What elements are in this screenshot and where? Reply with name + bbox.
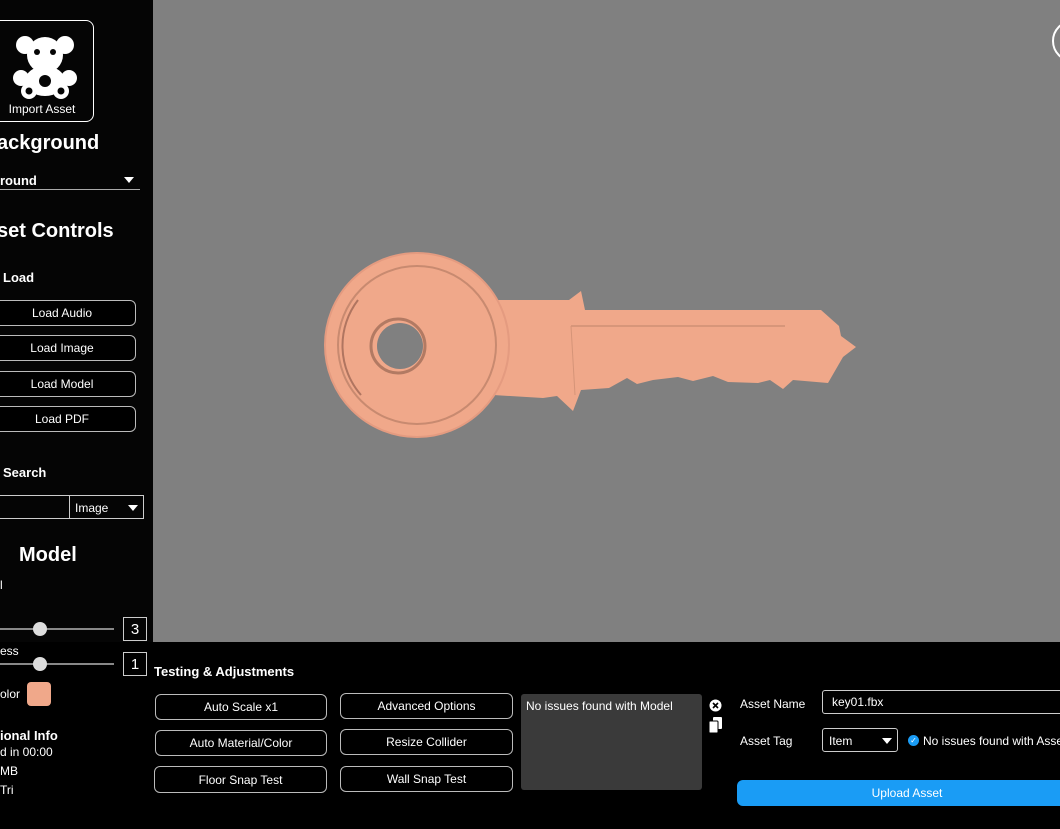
asset-controls-title: set Controls bbox=[0, 220, 114, 242]
sidebar: Import Asset ackground round set Control… bbox=[0, 0, 153, 642]
floor-snap-button[interactable]: Floor Snap Test bbox=[154, 766, 327, 793]
search-type-select[interactable]: Image bbox=[69, 495, 144, 519]
bottom-panel: ess 1 olor ional Info d in 00:00 MB Tri … bbox=[0, 642, 1060, 829]
issues-log: No issues found with Model bbox=[521, 694, 702, 790]
tag-status-text: No issues found with Asse bbox=[923, 734, 1060, 748]
color-label: olor bbox=[0, 687, 21, 701]
info-title: ional Info bbox=[0, 728, 58, 743]
search-input[interactable] bbox=[0, 495, 70, 519]
info-line-time: d in 00:00 bbox=[0, 745, 53, 759]
chevron-down-icon bbox=[128, 505, 138, 511]
upload-asset-button[interactable]: Upload Asset bbox=[737, 780, 1060, 806]
model-title: Model bbox=[19, 544, 77, 566]
search-title: Search bbox=[3, 465, 47, 480]
load-model-button[interactable]: Load Model bbox=[0, 371, 136, 397]
model-color-swatch[interactable] bbox=[27, 682, 51, 706]
slider-1[interactable] bbox=[0, 620, 118, 638]
slider-1-value[interactable]: 3 bbox=[123, 617, 147, 641]
close-icon[interactable] bbox=[709, 699, 722, 712]
testing-title: Testing & Adjustments bbox=[154, 664, 295, 679]
wall-snap-button[interactable]: Wall Snap Test bbox=[340, 766, 513, 792]
resize-collider-button[interactable]: Resize Collider bbox=[340, 729, 513, 755]
import-asset-label: Import Asset bbox=[8, 102, 76, 116]
search-type-value: Image bbox=[75, 501, 109, 515]
slider-2-thumb[interactable] bbox=[33, 657, 47, 671]
asset-tag-select[interactable]: Item bbox=[822, 728, 898, 752]
load-audio-button[interactable]: Load Audio bbox=[0, 300, 136, 326]
check-icon: ✓ bbox=[908, 735, 919, 746]
chevron-down-icon bbox=[124, 177, 134, 183]
advanced-options-button[interactable]: Advanced Options bbox=[340, 693, 513, 719]
info-line-tris: Tri bbox=[0, 783, 14, 797]
asset-name-input[interactable]: key01.fbx bbox=[822, 690, 1060, 714]
background-select[interactable]: round bbox=[0, 171, 140, 190]
asset-tag-value: Item bbox=[829, 734, 853, 748]
background-title: ackground bbox=[0, 132, 100, 154]
teddy-bear-icon bbox=[13, 36, 77, 99]
model-viewport[interactable] bbox=[153, 0, 1060, 642]
slider-2[interactable] bbox=[0, 655, 118, 673]
asset-name-label: Asset Name bbox=[740, 697, 806, 711]
info-line-size: MB bbox=[0, 764, 18, 778]
key-model bbox=[324, 252, 856, 438]
background-select-value: round bbox=[0, 173, 37, 188]
slider-2-value[interactable]: 1 bbox=[123, 652, 147, 676]
load-image-button[interactable]: Load Image bbox=[0, 335, 136, 361]
import-asset-button[interactable]: Import Asset bbox=[0, 20, 94, 122]
auto-material-button[interactable]: Auto Material/Color bbox=[155, 730, 327, 756]
auto-scale-button[interactable]: Auto Scale x1 bbox=[155, 694, 327, 720]
load-title: Load bbox=[3, 270, 35, 285]
copy-icon[interactable] bbox=[709, 717, 722, 733]
chevron-down-icon bbox=[882, 738, 892, 744]
load-pdf-button[interactable]: Load PDF bbox=[0, 406, 136, 432]
asset-tag-label: Asset Tag bbox=[740, 734, 793, 748]
slider-1-thumb[interactable] bbox=[33, 622, 47, 636]
model-note: l bbox=[0, 578, 3, 592]
